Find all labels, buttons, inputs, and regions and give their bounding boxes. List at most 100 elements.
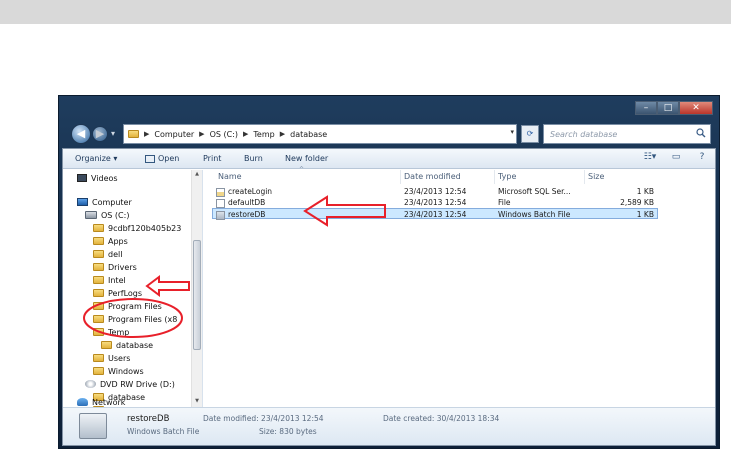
maximize-button[interactable]: □ — [657, 101, 679, 115]
tree-label: OS (C:) — [101, 210, 130, 220]
tree-item-database[interactable]: database — [101, 339, 153, 351]
tree-label: dell — [108, 249, 123, 259]
details-size: Size: 830 bytes — [259, 427, 317, 436]
tree-label: Drivers — [108, 262, 137, 272]
minimize-button[interactable]: – — [635, 101, 657, 115]
folder-icon — [93, 276, 104, 284]
file-size: 1 KB — [636, 187, 654, 196]
file-size: 1 KB — [636, 210, 654, 219]
tree-item-folder[interactable]: 9cdbf120b405b23 — [93, 222, 181, 234]
refresh-button[interactable]: ⟳ — [521, 125, 539, 143]
search-placeholder: Search database — [550, 130, 618, 139]
tree-item-apps[interactable]: Apps — [93, 235, 128, 247]
tree-label: database — [116, 340, 154, 350]
file-name-cell: createLogin — [216, 187, 272, 197]
dvd-icon — [85, 380, 96, 388]
network-icon — [77, 398, 88, 406]
organize-button[interactable]: Organize ▾ — [75, 154, 117, 163]
column-divider[interactable] — [400, 170, 401, 184]
tree-item-dvd-drive[interactable]: DVD RW Drive (D:) — [85, 378, 175, 390]
tree-item-videos[interactable]: Videos — [77, 172, 118, 184]
open-button[interactable]: Open — [145, 154, 179, 163]
chevron-right-icon[interactable]: ▶ — [199, 130, 204, 138]
back-button[interactable]: ◀ — [71, 124, 91, 144]
file-row[interactable]: defaultDB 23/4/2013 12:54 File 2,589 KB — [212, 197, 658, 208]
breadcrumb-database[interactable]: database — [290, 130, 327, 139]
help-icon[interactable]: ? — [695, 152, 709, 164]
tree-label: Network — [92, 397, 126, 407]
view-options-icon[interactable]: ☷▾ — [643, 152, 657, 164]
search-icon[interactable] — [696, 128, 706, 138]
open-icon — [145, 154, 155, 163]
scroll-down-icon[interactable]: ▼ — [193, 398, 201, 406]
tree-item-perflogs[interactable]: PerfLogs — [93, 287, 142, 299]
tree-item-os-c[interactable]: OS (C:) — [85, 209, 129, 221]
tree-label: Temp — [108, 327, 130, 337]
file-row[interactable]: createLogin 23/4/2013 12:54 Microsoft SQ… — [212, 186, 658, 197]
address-bar[interactable]: ▶ Computer ▶ OS (C:) ▶ Temp ▶ database ▾ — [123, 124, 517, 144]
tree-item-program-files-x86[interactable]: Program Files (x8 — [93, 313, 177, 325]
explorer-window: – □ ✕ ◀ ▶ ▾ ▶ Computer ▶ OS (C:) ▶ Temp … — [58, 95, 720, 449]
chevron-right-icon[interactable]: ▶ — [243, 130, 248, 138]
column-header-size[interactable]: Size — [588, 172, 604, 181]
chevron-right-icon[interactable]: ▶ — [144, 130, 149, 138]
tree-item-temp[interactable]: Temp — [93, 326, 129, 338]
scroll-up-icon[interactable]: ▲ — [193, 171, 201, 179]
print-button[interactable]: Print — [203, 154, 221, 163]
tree-item-windows[interactable]: Windows — [93, 365, 144, 377]
file-name-cell: restoreDB — [216, 210, 265, 220]
recent-pages-chevron-icon[interactable]: ▾ — [111, 129, 119, 138]
tree-label: Computer — [92, 197, 132, 207]
folder-icon — [93, 263, 104, 271]
tree-label: 9cdbf120b405b23 — [108, 223, 182, 233]
file-type: Windows Batch File — [498, 210, 571, 219]
column-header-type[interactable]: Type — [498, 172, 516, 181]
folder-icon — [93, 354, 104, 362]
file-date: 23/4/2013 12:54 — [404, 187, 467, 196]
breadcrumb-os-c[interactable]: OS (C:) — [210, 130, 238, 139]
file-date: 23/4/2013 12:54 — [404, 198, 467, 207]
toolbar-right: ☷▾ ▭ ? — [643, 152, 709, 164]
file-type: File — [498, 198, 511, 207]
folder-icon — [93, 302, 104, 310]
column-header-name[interactable]: Name — [218, 172, 242, 181]
navigation-row: ◀ ▶ ▾ ▶ Computer ▶ OS (C:) ▶ Temp ▶ data… — [69, 123, 713, 145]
file-name-cell: defaultDB — [216, 198, 265, 208]
navigation-pane: Videos Computer OS (C:) 9cdbf120b405b23 … — [63, 170, 203, 407]
close-button[interactable]: ✕ — [679, 101, 713, 115]
folder-icon — [93, 224, 104, 232]
tree-item-intel[interactable]: Intel — [93, 274, 126, 286]
details-file-name: restoreDB — [127, 414, 170, 424]
nav-scrollbar[interactable]: ▲ ▼ — [191, 170, 202, 407]
forward-button[interactable]: ▶ — [92, 126, 108, 142]
column-header-date[interactable]: Date modified — [404, 172, 461, 181]
details-pane: restoreDB Windows Batch File Date modifi… — [63, 407, 715, 445]
search-input[interactable]: Search database — [543, 124, 711, 144]
chevron-right-icon[interactable]: ▶ — [280, 130, 285, 138]
scroll-thumb[interactable] — [193, 240, 201, 350]
tree-item-dell[interactable]: dell — [93, 248, 122, 260]
folder-icon — [93, 367, 104, 375]
tree-item-computer[interactable]: Computer — [77, 196, 132, 208]
folder-icon — [93, 237, 104, 245]
new-folder-button[interactable]: New folder — [285, 154, 328, 163]
tree-label: PerfLogs — [108, 288, 143, 298]
tree-item-users[interactable]: Users — [93, 352, 130, 364]
preview-pane-icon[interactable]: ▭ — [669, 152, 683, 164]
breadcrumb-temp[interactable]: Temp — [253, 130, 274, 139]
burn-button[interactable]: Burn — [244, 154, 263, 163]
command-bar: Organize ▾ Open Print Burn New folder ☷▾… — [63, 149, 715, 169]
address-dropdown-icon[interactable]: ▾ — [510, 128, 514, 136]
file-date: 23/4/2013 12:54 — [404, 210, 467, 219]
tree-label: DVD RW Drive (D:) — [100, 379, 175, 389]
tree-label: Apps — [108, 236, 128, 246]
column-divider[interactable] — [584, 170, 585, 184]
tree-item-drivers[interactable]: Drivers — [93, 261, 137, 273]
breadcrumb-computer[interactable]: Computer — [154, 130, 194, 139]
tree-label: Intel — [108, 275, 126, 285]
file-row-selected[interactable]: restoreDB 23/4/2013 12:54 Windows Batch … — [212, 208, 658, 220]
column-divider[interactable] — [494, 170, 495, 184]
tree-item-program-files[interactable]: Program Files — [93, 300, 162, 312]
folder-icon — [128, 130, 139, 138]
file-size: 2,589 KB — [620, 198, 654, 207]
